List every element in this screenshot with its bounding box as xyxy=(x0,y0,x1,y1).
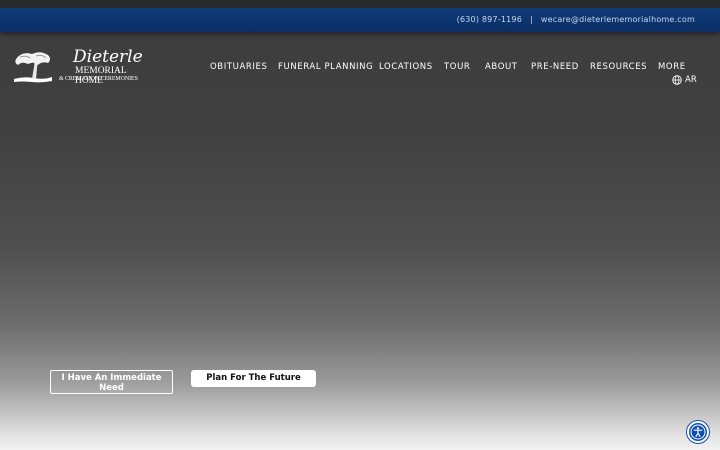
accessibility-icon xyxy=(690,424,706,440)
plan-future-button[interactable]: Plan For The Future xyxy=(191,370,316,387)
nav-item-obituaries[interactable]: OBITUARIES xyxy=(210,62,267,72)
nav-item-more[interactable]: MORE xyxy=(658,62,686,72)
nav-item-funeral-planning[interactable]: FUNERAL PLANNING xyxy=(278,62,373,72)
email-link[interactable]: wecare@dieterlememorialhome.com xyxy=(541,15,695,24)
nav-item-locations[interactable]: LOCATIONS xyxy=(379,62,433,72)
nav-item-resources[interactable]: RESOURCES xyxy=(590,62,647,72)
logo-name: Dieterle xyxy=(73,47,143,67)
contact-bar: (630) 897-1196 | wecare@dieterlememorial… xyxy=(0,8,720,32)
site-logo[interactable]: Dieterle MEMORIAL HOME & CREMATION CEREM… xyxy=(12,47,152,88)
nav-item-tour[interactable]: TOUR xyxy=(444,62,470,72)
immediate-need-button[interactable]: I Have An Immediate Need xyxy=(50,370,173,394)
language-selector[interactable]: AR xyxy=(672,75,697,85)
nav-item-about[interactable]: ABOUT xyxy=(485,62,518,72)
tree-logo-icon xyxy=(14,52,52,83)
accessibility-button[interactable] xyxy=(687,421,709,443)
top-dark-strip xyxy=(0,0,720,8)
language-label: AR xyxy=(685,75,697,85)
globe-icon xyxy=(672,75,682,85)
phone-link[interactable]: (630) 897-1196 xyxy=(457,15,522,24)
contact-separator: | xyxy=(530,14,533,24)
nav-item-pre-need[interactable]: PRE-NEED xyxy=(531,62,579,72)
logo-tagline: & CREMATION CEREMONIES xyxy=(59,76,138,82)
